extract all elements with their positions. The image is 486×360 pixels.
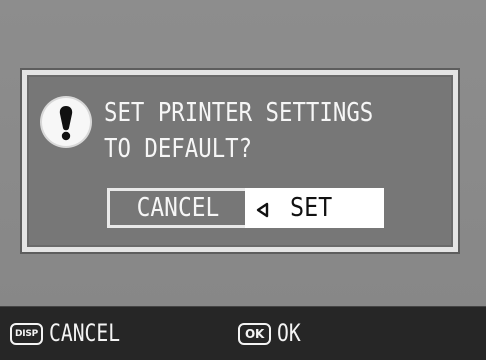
cancel-option[interactable]: CANCEL [107,188,245,228]
ok-key-icon: OK [238,322,271,345]
disp-cancel-label: CANCEL [49,319,121,347]
exclamation-icon [42,98,90,146]
bottom-control-bar: DISP CANCEL OK OK [0,306,486,360]
choice-row: CANCEL SET [107,188,388,228]
disp-key-icon: DISP [10,322,43,345]
confirmation-dialog: SET PRINTER SETTINGS TO DEFAULT? CANCEL … [22,70,458,252]
dialog-message-line-1: SET PRINTER SETTINGS [104,98,374,128]
set-option[interactable]: SET [245,188,384,228]
ok-confirm-control[interactable]: OK OK [238,317,306,350]
dialog-message-line-2: TO DEFAULT? [104,134,253,164]
dialog-message: SET PRINTER SETTINGS TO DEFAULT? [104,95,373,167]
set-option-label: SET [290,193,333,223]
disp-cancel-control[interactable]: DISP CANCEL [10,317,136,350]
cancel-option-label: CANCEL [136,193,219,223]
ok-label: OK [277,319,301,347]
left-pointer-icon [256,202,269,218]
camera-screen: SET PRINTER SETTINGS TO DEFAULT? CANCEL … [0,0,486,360]
